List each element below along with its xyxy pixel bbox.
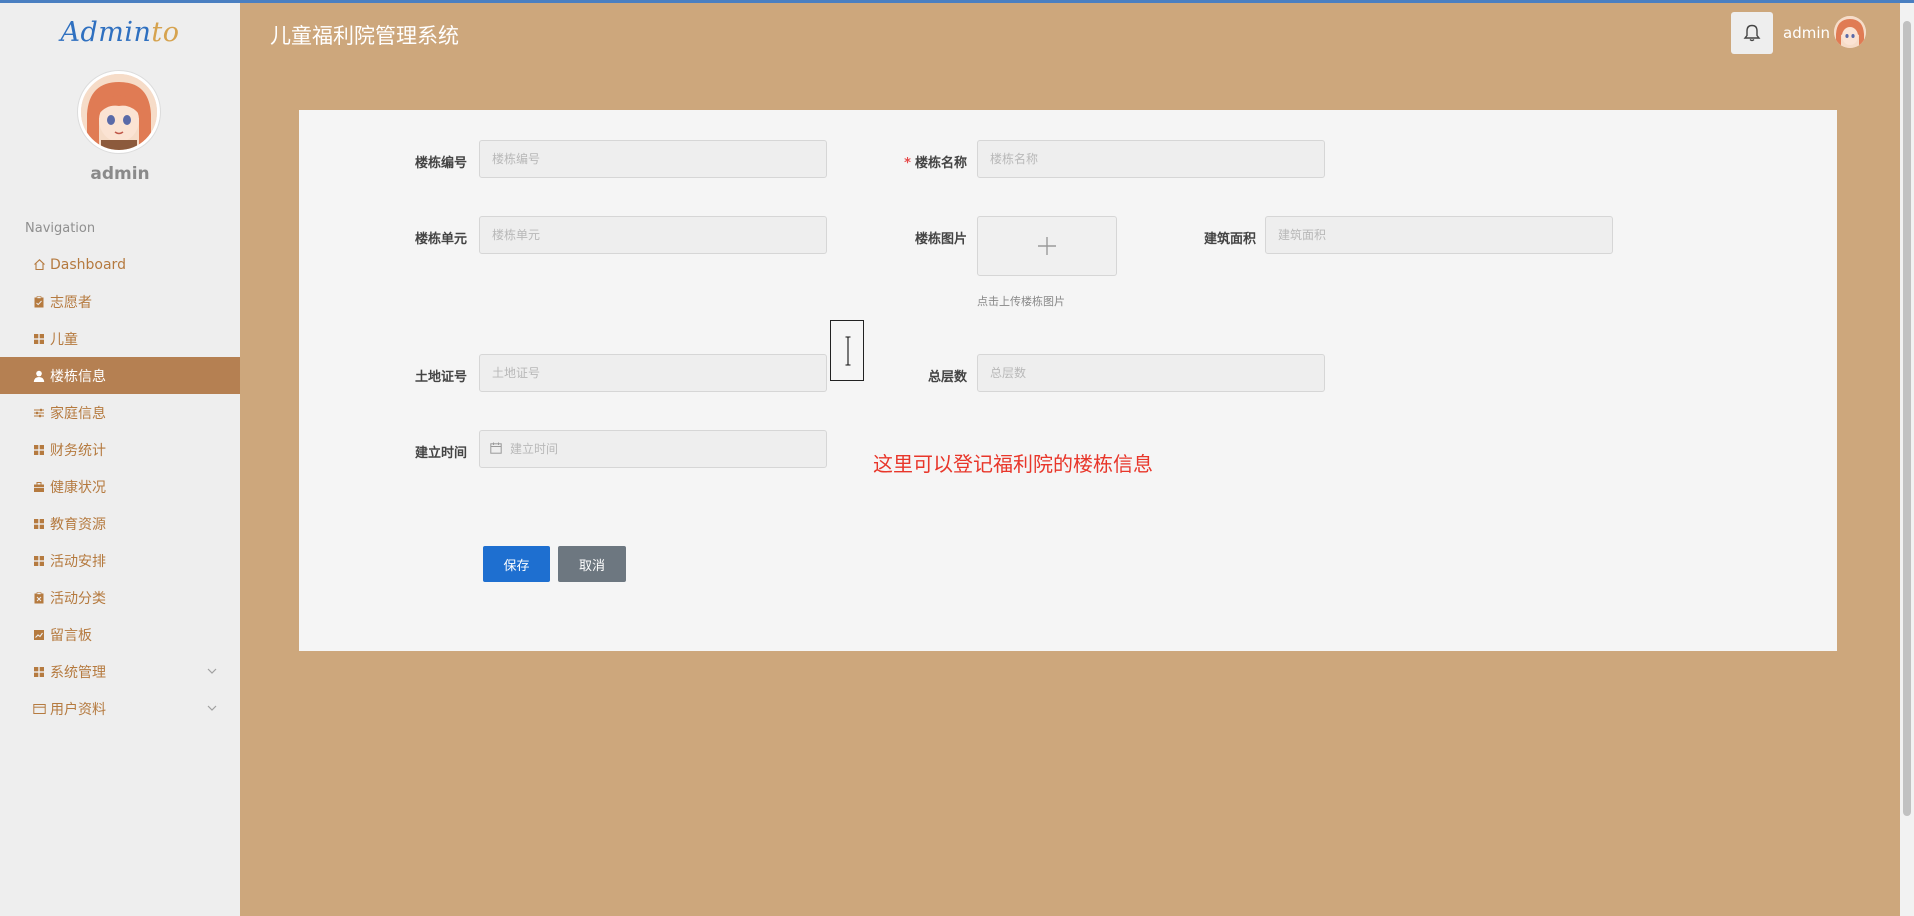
sidebar-item-health[interactable]: 健康状况 — [0, 468, 240, 505]
annotation-text: 这里可以登记福利院的楼栋信息 — [873, 452, 1153, 476]
window-top-border — [0, 0, 1914, 3]
chart-icon — [32, 628, 46, 642]
sidebar-item-label: 健康状况 — [50, 479, 106, 496]
text-cursor-indicator — [830, 320, 864, 381]
page-header-title: 儿童福利院管理系统 — [270, 24, 459, 48]
sidebar-item-education[interactable]: 教育资源 — [0, 505, 240, 542]
scrollbar-thumb[interactable] — [1903, 21, 1911, 816]
avatar-image — [1834, 16, 1866, 48]
total-floors-label: 总层数 — [927, 370, 967, 385]
bell-icon — [1743, 24, 1761, 42]
sidebar-item-system-management[interactable]: 系统管理 — [0, 653, 240, 690]
save-button[interactable]: 保存 — [483, 546, 550, 582]
building-area-label: 建筑面积 — [1203, 232, 1256, 247]
nav-section-title: Navigation — [25, 221, 96, 236]
image-upload-button[interactable] — [977, 216, 1117, 276]
building-no-input[interactable] — [479, 140, 827, 178]
sidebar-item-label: 儿童 — [50, 331, 78, 348]
header-avatar[interactable] — [1834, 16, 1866, 48]
sidebar-item-label: 志愿者 — [50, 294, 92, 311]
building-name-label: * 楼栋名称 — [904, 156, 967, 171]
building-name-input[interactable] — [977, 140, 1325, 178]
home-icon — [32, 258, 46, 272]
grid-icon — [32, 517, 46, 531]
grid-icon — [32, 443, 46, 457]
sidebar-item-label: 用户资料 — [50, 701, 106, 718]
grid-icon — [32, 665, 46, 679]
user-icon — [32, 369, 46, 383]
sidebar-item-dashboard[interactable]: Dashboard — [0, 246, 240, 283]
sidebar-item-label: 家庭信息 — [50, 405, 106, 422]
building-unit-input[interactable] — [479, 216, 827, 254]
sidebar-item-finance[interactable]: 财务统计 — [0, 431, 240, 468]
sidebar-item-label: 活动分类 — [50, 590, 106, 607]
briefcase-icon — [32, 480, 46, 494]
build-time-input[interactable] — [479, 430, 827, 468]
sidebar-nav: Dashboard 志愿者 儿童 楼栋信息 家庭信息 财务统计 健康状况 教育资… — [0, 246, 240, 727]
notification-button[interactable] — [1731, 12, 1773, 54]
sidebar-item-label: 教育资源 — [50, 516, 106, 533]
sliders-icon — [32, 406, 46, 420]
sidebar-username: admin — [90, 164, 150, 184]
sidebar-item-label: Dashboard — [50, 256, 126, 273]
sidebar: Adminto admin Navigation Dashboard 志愿者 儿… — [0, 3, 240, 916]
header-username[interactable]: admin — [1783, 24, 1830, 42]
grid-icon — [32, 332, 46, 346]
building-area-input[interactable] — [1265, 216, 1613, 254]
sidebar-item-activities[interactable]: 活动安排 — [0, 542, 240, 579]
image-upload-hint: 点击上传楼栋图片 — [977, 295, 1065, 308]
building-unit-label: 楼栋单元 — [414, 232, 467, 247]
building-no-label: 楼栋编号 — [414, 156, 467, 171]
brand-logo[interactable]: Adminto — [0, 17, 240, 48]
sidebar-item-label: 活动安排 — [50, 553, 106, 570]
sidebar-avatar[interactable] — [78, 71, 160, 153]
clipboard-icon — [32, 295, 46, 309]
sidebar-item-activity-categories[interactable]: 活动分类 — [0, 579, 240, 616]
build-time-label: 建立时间 — [414, 446, 467, 461]
required-mark: * — [904, 156, 911, 171]
id-card-icon — [32, 702, 46, 716]
sidebar-item-volunteers[interactable]: 志愿者 — [0, 283, 240, 320]
sidebar-item-label: 楼栋信息 — [50, 368, 106, 385]
build-time-picker[interactable] — [479, 430, 827, 468]
sidebar-item-buildings[interactable]: 楼栋信息 — [0, 357, 240, 394]
chevron-down-icon — [207, 705, 217, 711]
total-floors-input[interactable] — [977, 354, 1325, 392]
chevron-down-icon — [207, 668, 217, 674]
building-form-card: 楼栋编号 *楼栋名称 楼栋单元 楼栋图片 点击上传楼栋图片 建筑面积 土地证号 … — [299, 110, 1837, 651]
land-cert-label: 土地证号 — [414, 370, 467, 385]
sidebar-item-label: 财务统计 — [50, 442, 106, 459]
sidebar-item-user-profile[interactable]: 用户资料 — [0, 690, 240, 727]
sidebar-item-label: 系统管理 — [50, 664, 106, 681]
sidebar-item-message-board[interactable]: 留言板 — [0, 616, 240, 653]
page-scrollbar[interactable] — [1900, 3, 1914, 916]
i-beam-cursor-icon — [845, 336, 851, 366]
land-cert-input[interactable] — [479, 354, 827, 392]
sidebar-item-children[interactable]: 儿童 — [0, 320, 240, 357]
sidebar-item-label: 留言板 — [50, 627, 92, 644]
clipboard-x-icon — [32, 591, 46, 605]
grid-icon — [32, 554, 46, 568]
cancel-button[interactable]: 取消 — [558, 546, 626, 582]
avatar-image — [81, 74, 157, 150]
building-image-label: 楼栋图片 — [914, 232, 967, 247]
sidebar-item-family[interactable]: 家庭信息 — [0, 394, 240, 431]
plus-icon — [1038, 237, 1056, 255]
